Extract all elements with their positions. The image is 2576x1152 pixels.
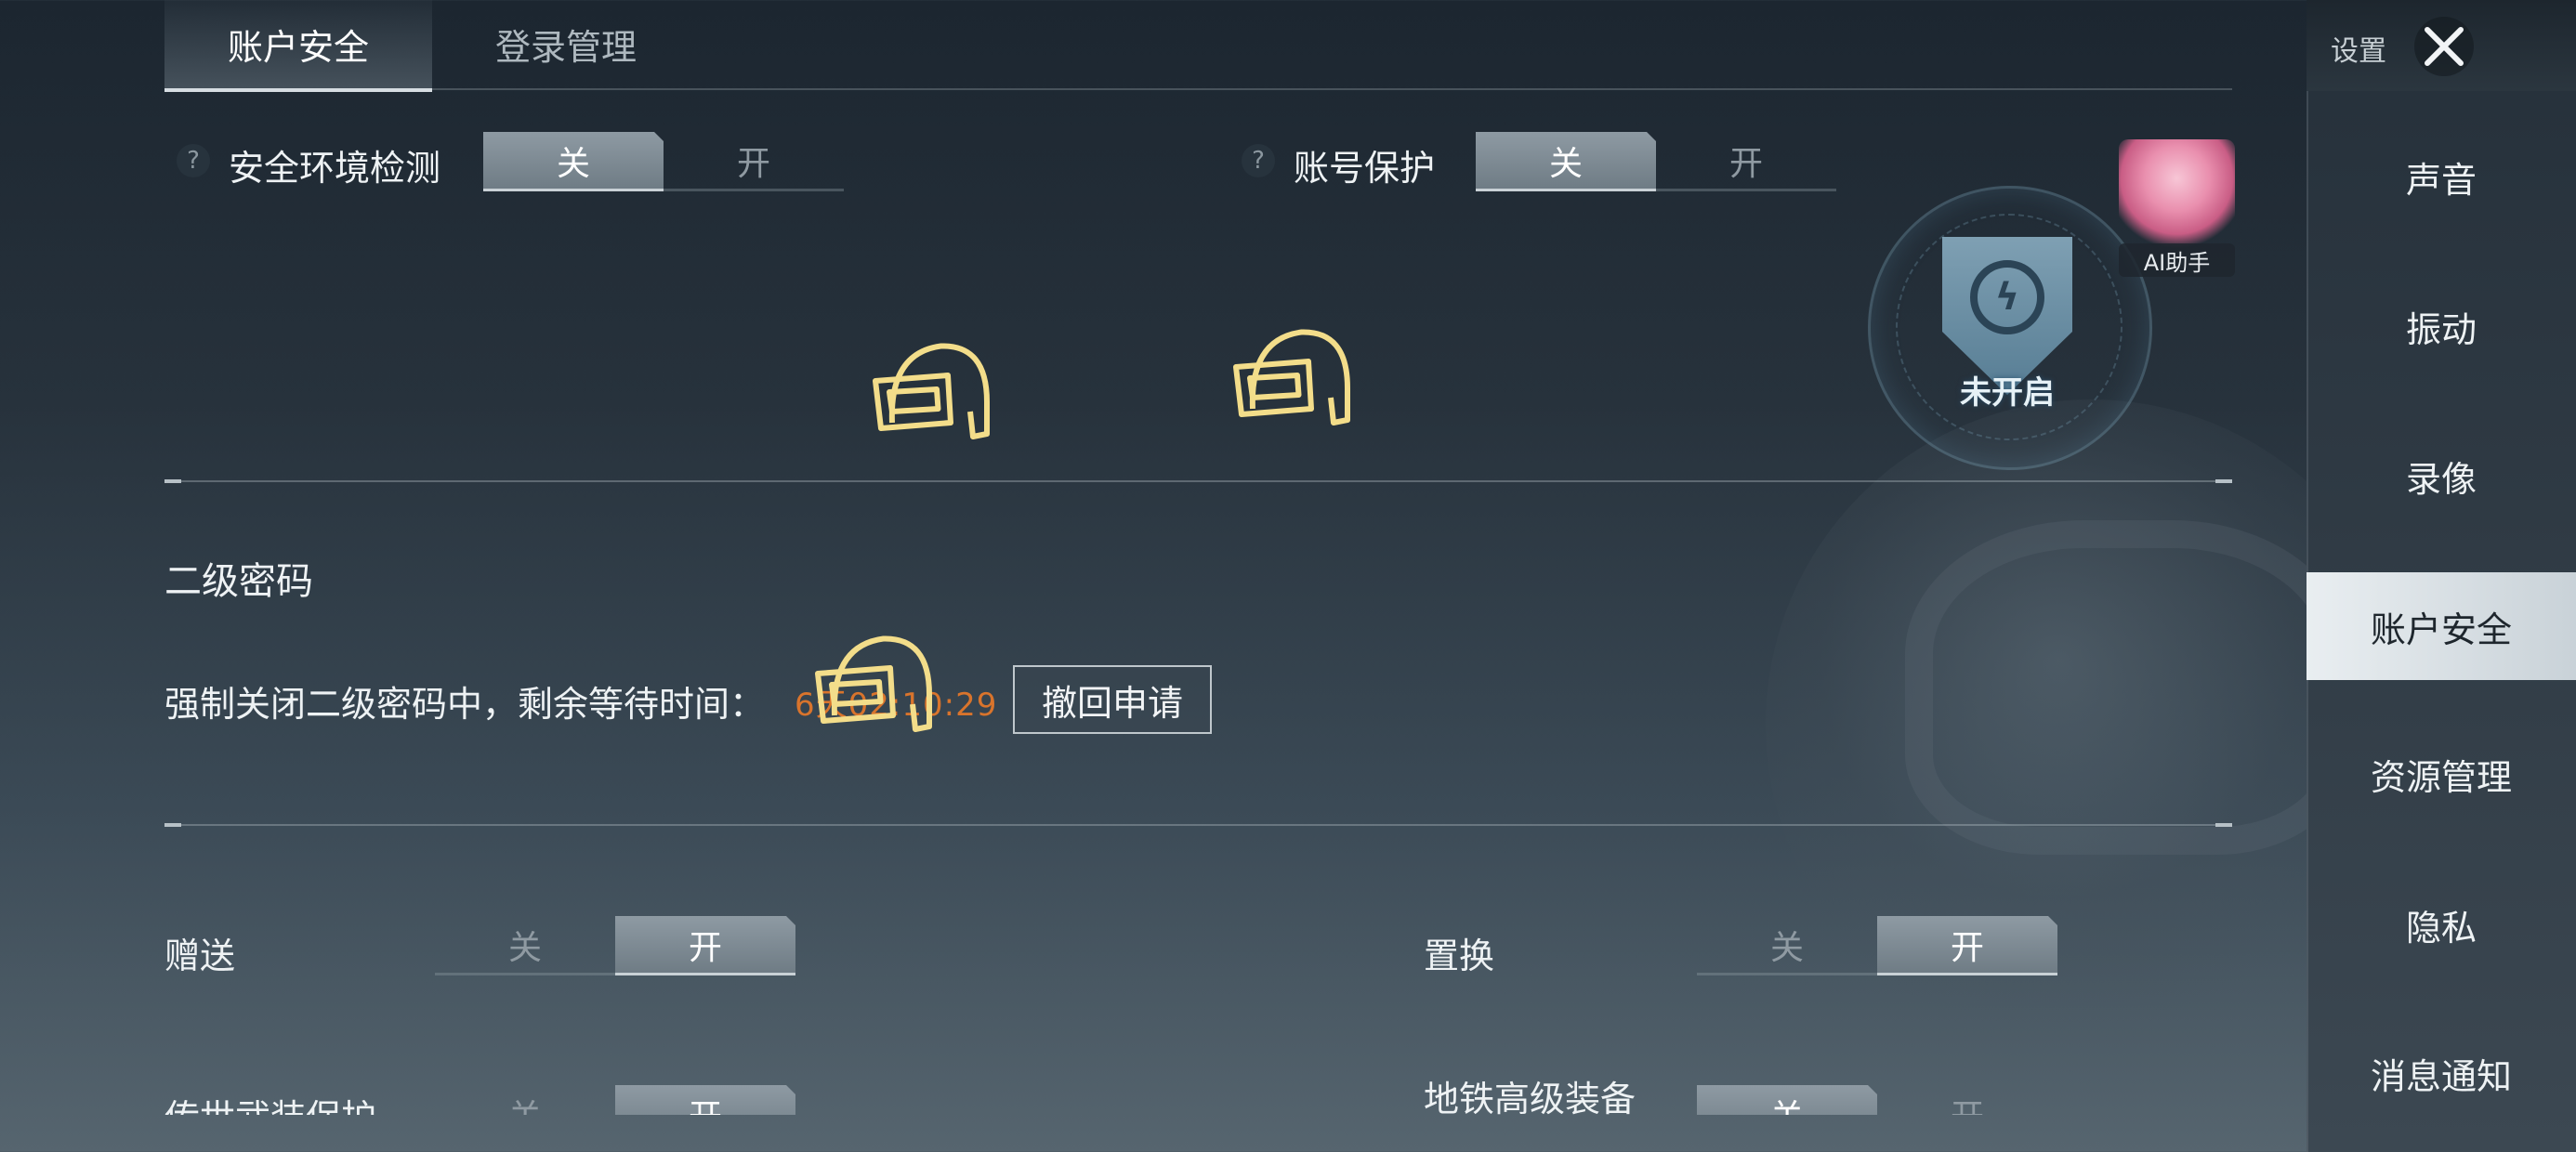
gift-label: 赠送 <box>164 936 236 976</box>
top-tab-bar: 账户安全 登录管理 <box>164 0 2232 92</box>
legend-gear-off-option[interactable]: 关 <box>435 1085 615 1116</box>
legend-gear-toggle[interactable]: 关 开 <box>435 1085 795 1115</box>
revoke-request-button[interactable]: 撤回申请 <box>1013 665 1212 734</box>
account-protect-label: 账号保护 <box>1294 148 1436 189</box>
sidebar-item-sound[interactable]: 声音 <box>2307 123 2576 230</box>
legend-gear-on-option[interactable]: 开 <box>615 1085 795 1115</box>
help-icon[interactable]: ? <box>1242 144 1275 177</box>
settings-title: 设置 <box>2331 35 2386 68</box>
ai-assistant-avatar[interactable] <box>2119 139 2235 251</box>
sidebar-item-notifications[interactable]: 消息通知 <box>2307 1019 2576 1127</box>
tab-account-security[interactable]: 账户安全 <box>164 0 432 92</box>
account-protect-off-option[interactable]: 关 <box>1476 132 1656 191</box>
sidebar-item-account-security[interactable]: 账户安全 <box>2307 572 2576 680</box>
lightning-icon: ϟ <box>1970 260 2044 334</box>
close-button[interactable] <box>2414 17 2474 76</box>
second-password-title: 二级密码 <box>164 560 313 603</box>
gift-off-option[interactable]: 关 <box>435 916 615 975</box>
metro-gear-label: 地铁高级装备 <box>1424 1079 1636 1119</box>
sidebar-item-resource-management[interactable]: 资源管理 <box>2307 720 2576 828</box>
sidebar-item-recording[interactable]: 录像 <box>2307 422 2576 530</box>
helmet-icon <box>873 343 990 439</box>
helmet-icon <box>815 635 932 732</box>
cut-off-row-legend: 传世武装保护 关 开 关 开 <box>0 1068 2307 1115</box>
security-env-off-option[interactable]: 关 <box>483 132 664 191</box>
ai-assistant-label[interactable]: AI助手 <box>2119 243 2235 277</box>
metro-gear-on-option[interactable]: 开 <box>1877 1085 2057 1116</box>
protection-status: 未开启 <box>1960 374 2055 412</box>
security-env-toggle[interactable]: 关 开 <box>483 132 844 191</box>
gift-toggle[interactable]: 关 开 <box>435 916 795 975</box>
metro-gear-toggle[interactable]: 关 开 <box>1697 1085 2057 1115</box>
section-divider <box>164 823 2232 827</box>
close-icon <box>2425 27 2464 66</box>
second-password-status: 强制关闭二级密码中，剩余等待时间： <box>164 684 766 725</box>
exchange-off-option[interactable]: 关 <box>1697 916 1877 975</box>
helmet-icon <box>1233 329 1350 425</box>
tab-login-management[interactable]: 登录管理 <box>432 0 700 88</box>
exchange-toggle[interactable]: 关 开 <box>1697 916 2057 975</box>
account-protect-on-option[interactable]: 开 <box>1656 132 1836 191</box>
exchange-on-option[interactable]: 开 <box>1877 916 2057 975</box>
sidebar-item-vibration[interactable]: 振动 <box>2307 272 2576 380</box>
sidebar-item-privacy[interactable]: 隐私 <box>2307 871 2576 978</box>
security-env-label: 安全环境检测 <box>229 148 441 189</box>
legend-gear-label: 传世武装保护 <box>164 1089 376 1115</box>
help-icon[interactable]: ? <box>177 144 210 177</box>
exchange-label: 置换 <box>1424 936 1495 976</box>
section-divider <box>164 479 2232 483</box>
security-env-on-option[interactable]: 开 <box>664 132 844 191</box>
background-helmet-rim <box>1905 520 2351 855</box>
account-protect-toggle[interactable]: 关 开 <box>1476 132 1836 191</box>
gift-on-option[interactable]: 开 <box>615 916 795 975</box>
metro-gear-off-option[interactable]: 关 <box>1697 1085 1877 1115</box>
